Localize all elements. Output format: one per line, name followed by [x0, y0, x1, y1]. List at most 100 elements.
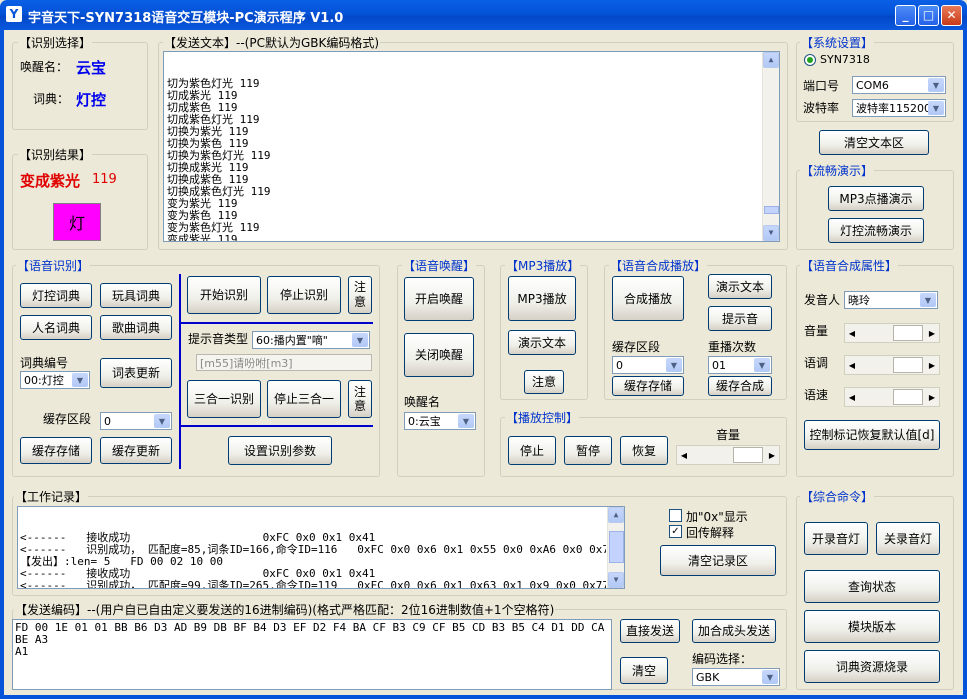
- lamp-dict-button[interactable]: 灯控词典: [20, 283, 92, 308]
- cache-store-button[interactable]: 缓存存储: [20, 437, 92, 464]
- mp3-play-button[interactable]: MP3播放: [508, 276, 576, 321]
- scroll-thumb[interactable]: [609, 531, 624, 563]
- close-icon[interactable]: ✕: [941, 5, 962, 26]
- dict-no-label: 词典编号: [20, 356, 69, 370]
- send-text-area[interactable]: 切为紫色灯光 119 切成紫光 119 切成紫色 119 切成紫色灯光 119 切换为紫…: [163, 51, 780, 242]
- chevron-down-icon: ▼: [458, 414, 474, 428]
- tts-speed-slider[interactable]: ◀ ▶: [844, 387, 940, 407]
- open-wake-button[interactable]: 开启唤醒: [404, 277, 474, 321]
- close-wake-button[interactable]: 关闭唤醒: [404, 333, 474, 377]
- note2-button[interactable]: 注意: [348, 380, 372, 418]
- recog-select-title: 【识别选择】: [18, 34, 93, 51]
- tts-tone-slider[interactable]: ◀ ▶: [844, 355, 940, 375]
- scroll-right-icon: ▶: [928, 392, 936, 402]
- tone-type-select[interactable]: 60:播内置"嘀" ▼: [252, 331, 370, 349]
- port-select[interactable]: COM6 ▼: [852, 76, 946, 94]
- send-text-scrollbar[interactable]: ▲ ▼: [762, 52, 779, 241]
- chevron-down-icon: ▼: [666, 358, 682, 372]
- clear-text-button[interactable]: 清空文本区: [819, 130, 929, 155]
- wake-name-select[interactable]: 0:云宝 ▼: [404, 412, 476, 430]
- direct-send-button[interactable]: 直接发送: [620, 619, 680, 643]
- dict-label: 词典：: [33, 92, 70, 106]
- scroll-left-icon: ◀: [848, 360, 856, 370]
- wake-name-value: 云宝: [76, 59, 107, 77]
- recog-select-group: [12, 42, 148, 130]
- encoding-select[interactable]: GBK ▼: [692, 668, 780, 686]
- wake-name-label: 唤醒名：: [20, 60, 69, 74]
- clear-log-button[interactable]: 清空记录区: [660, 545, 776, 576]
- cache-update-button[interactable]: 缓存更新: [100, 437, 172, 464]
- speaker-label: 发音人: [804, 293, 841, 307]
- tts-cache-synth-button[interactable]: 缓存合成: [708, 376, 772, 396]
- add-0x-checkbox[interactable]: [669, 509, 682, 522]
- tts-repeat-select[interactable]: 01 ▼: [708, 356, 772, 374]
- scroll-up-icon[interactable]: ▲: [608, 507, 624, 523]
- mp3-demo-button[interactable]: MP3点播演示: [828, 186, 924, 211]
- three-in-one-button[interactable]: 三合一识别: [187, 380, 261, 418]
- mp3-demo-text-button[interactable]: 演示文本: [508, 330, 576, 355]
- speaker-select[interactable]: 晓玲 ▼: [844, 291, 938, 309]
- rec-light-on-button[interactable]: 开录音灯: [804, 522, 868, 555]
- rec-light-off-button[interactable]: 关录音灯: [876, 522, 940, 555]
- scroll-right-icon: ▶: [768, 450, 776, 460]
- toy-dict-button[interactable]: 玩具词典: [100, 283, 172, 308]
- tts-cache-select[interactable]: 0 ▼: [612, 356, 684, 374]
- tts-cache-store-button[interactable]: 缓存存储: [612, 376, 684, 396]
- baud-label: 波特率: [803, 101, 840, 115]
- wake-name-select-label: 唤醒名: [404, 395, 441, 409]
- play-volume-label: 音量: [716, 428, 741, 442]
- chevron-down-icon: ▼: [928, 78, 944, 92]
- start-recog-button[interactable]: 开始识别: [187, 276, 261, 314]
- chevron-down-icon: ▼: [154, 414, 170, 428]
- work-log-area[interactable]: <------ 接收成功 0xFC 0x0 0x1 0x41 <------ 识别…: [17, 506, 625, 589]
- stop-recog-button[interactable]: 停止识别: [267, 276, 341, 314]
- dict-burn-button[interactable]: 词典资源烧录: [804, 650, 940, 683]
- divider-top: [180, 322, 373, 324]
- tone-hint-field[interactable]: [m55]请吩咐[m3]: [196, 354, 372, 371]
- pause-button[interactable]: 暂停: [564, 436, 612, 465]
- send-text-line: 变为紫光 119: [167, 197, 238, 210]
- tts-prompt-button[interactable]: 提示音: [708, 306, 772, 331]
- echo-checkbox[interactable]: ✓: [669, 525, 682, 538]
- note-button[interactable]: 注意: [348, 276, 372, 314]
- tts-repeat-label: 重播次数: [708, 340, 757, 354]
- query-status-button[interactable]: 查询状态: [804, 570, 940, 603]
- tts-play-button[interactable]: 合成播放: [612, 276, 684, 321]
- clear-code-button[interactable]: 清空: [620, 657, 668, 684]
- maximize-icon[interactable]: □: [918, 5, 939, 26]
- baud-select[interactable]: 波特率115200 ▼: [852, 99, 946, 117]
- scroll-up-icon[interactable]: ▲: [763, 52, 779, 68]
- send-code-area[interactable]: FD 00 1E 01 01 BB B6 D3 AD B9 DB BF B4 D…: [12, 619, 612, 690]
- wake-title: 【语音唤醒】: [402, 257, 477, 274]
- tts-volume-slider[interactable]: ◀ ▶: [844, 323, 940, 343]
- add-header-send-button[interactable]: 加合成头发送: [692, 619, 776, 643]
- minimize-icon[interactable]: _: [895, 5, 916, 26]
- chevron-down-icon: ▼: [920, 293, 936, 307]
- scroll-down-icon[interactable]: ▼: [763, 225, 779, 241]
- song-dict-button[interactable]: 歌曲词典: [100, 315, 172, 340]
- play-volume-slider[interactable]: ◀ ▶: [676, 445, 780, 465]
- mp3-note-button[interactable]: 注意: [524, 370, 564, 394]
- dict-no-select[interactable]: 00:灯控 ▼: [20, 371, 90, 389]
- name-dict-button[interactable]: 人名词典: [20, 315, 92, 340]
- lamp-demo-button[interactable]: 灯控流畅演示: [828, 218, 924, 243]
- resume-button[interactable]: 恢复: [620, 436, 668, 465]
- scroll-down-icon[interactable]: ▼: [608, 572, 624, 588]
- stop-play-button[interactable]: 停止: [508, 436, 556, 465]
- tone-type-label: 提示音类型: [188, 332, 249, 346]
- stop-three-in-one-button[interactable]: 停止三合一: [267, 380, 341, 418]
- encoding-label: 编码选择：: [692, 652, 753, 666]
- work-log-title: 【工作记录】: [14, 488, 89, 505]
- reset-default-button[interactable]: 控制标记恢复默认值[d]: [804, 420, 940, 450]
- scroll-left-icon: ◀: [680, 450, 688, 460]
- window-title: 宇音天下-SYN7318语音交互模块-PC演示程序 V1.0: [28, 11, 344, 26]
- work-log-scrollbar[interactable]: ▲ ▼: [607, 507, 624, 588]
- syn7318-label: SYN7318: [820, 53, 870, 66]
- dict-update-button[interactable]: 词表更新: [100, 358, 172, 388]
- set-params-button[interactable]: 设置识别参数: [228, 436, 332, 465]
- cache-select[interactable]: 0 ▼: [100, 412, 172, 430]
- module-version-button[interactable]: 模块版本: [804, 610, 940, 643]
- syn7318-radio[interactable]: [804, 54, 816, 66]
- tts-demo-text-button[interactable]: 演示文本: [708, 274, 772, 299]
- scroll-thumb[interactable]: [764, 206, 779, 214]
